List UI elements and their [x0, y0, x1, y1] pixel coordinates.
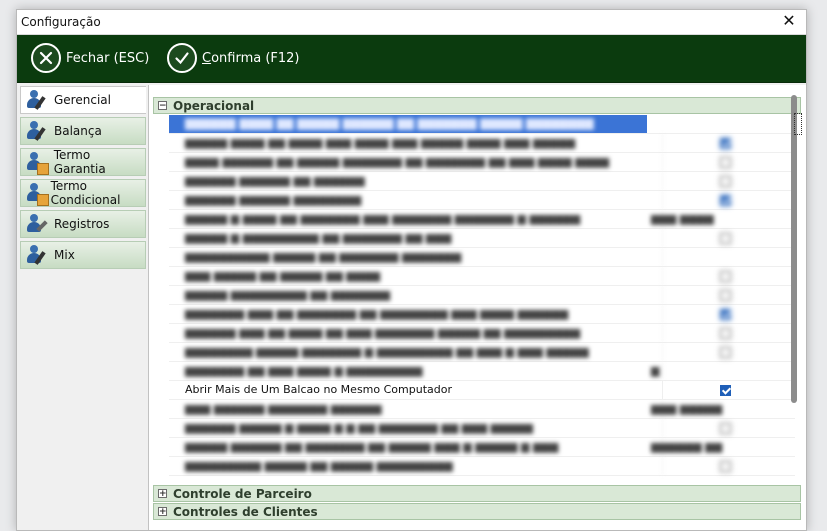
selection-outline	[794, 113, 802, 135]
sidebar: Gerencial Balança Termo Garantia Termo C…	[17, 85, 147, 530]
sidebar-item-label: Balança	[54, 124, 102, 138]
user-box-icon	[24, 181, 49, 206]
confirma-button[interactable]: Confirma (F12)	[167, 41, 300, 75]
window-title: Configuração	[21, 15, 101, 29]
sidebar-item-label: Mix	[54, 248, 75, 262]
group-label: Controles de Clientes	[173, 504, 318, 519]
sidebar-item-label: Termo Condicional	[50, 179, 121, 207]
table-row[interactable]: ▆▆▆▆▆▆ ▆▆▆▆▆▆ ▆▆▆▆▆▆▆▆	[169, 191, 795, 210]
table-row[interactable]: ▆▆▆▆▆▆ ▆▆▆▆▆ ▆ ▆▆▆▆ ▆ ▆ ▆▆ ▆▆▆▆▆▆▆ ▆▆ ▆▆…	[169, 419, 795, 438]
group-controles-de-clientes[interactable]: + Controles de Clientes	[153, 503, 801, 520]
user-box-icon	[24, 150, 49, 175]
sidebar-item-balanca[interactable]: Balança	[20, 117, 146, 145]
sidebar-item-label: Registros	[54, 217, 110, 231]
table-row[interactable]: ▆▆▆▆ ▆▆▆▆▆▆ ▆▆ ▆▆▆▆▆ ▆▆▆▆▆▆▆ ▆▆ ▆▆▆▆▆▆▆ …	[169, 153, 795, 172]
sidebar-item-gerencial[interactable]: Gerencial	[20, 86, 146, 114]
table-row[interactable]: ▆▆▆▆▆▆▆▆ ▆▆▆▆▆ ▆▆▆▆▆▆▆ ▆ ▆▆▆▆▆▆▆▆▆ ▆▆ ▆▆…	[169, 343, 795, 362]
sidebar-item-label: Gerencial	[54, 93, 111, 107]
row-checkbox[interactable]	[720, 385, 731, 396]
user-edit-icon	[24, 243, 48, 267]
sidebar-item-termo-condicional[interactable]: Termo Condicional	[20, 179, 146, 207]
toolbar: Fechar (ESC) Confirma (F12)	[17, 35, 806, 83]
expand-icon[interactable]: +	[158, 489, 167, 499]
operacional-rows: ▇▇▇▇▇▇ ▇▇▇▇ ▇▇ ▇▇▇▇▇ ▇▇▇▇▇▇ ▇▇ ▇▇▇▇▇▇▇ ▇…	[169, 115, 795, 483]
group-label: Controle de Parceiro	[173, 486, 312, 501]
table-row[interactable]: ▇▇▇▇▇▇ ▇▇▇▇ ▇▇ ▇▇▇▇▇ ▇▇▇▇▇▇ ▇▇ ▇▇▇▇▇▇▇ ▇…	[169, 115, 795, 134]
table-row[interactable]: ▆▆▆ ▆▆▆▆▆▆ ▆▆▆▆▆▆▆ ▆▆▆▆▆▆ ▆▆▆ ▆▆▆▆▆	[169, 400, 795, 419]
expand-icon[interactable]: +	[158, 507, 167, 517]
table-row[interactable]: ▆▆▆▆▆▆▆▆▆▆ ▆▆▆▆▆ ▆▆ ▆▆▆▆▆▆▆ ▆▆▆▆▆▆▆	[169, 248, 795, 267]
table-row[interactable]: ▆▆▆▆▆ ▆ ▆▆▆▆ ▆▆ ▆▆▆▆▆▆▆ ▆▆▆ ▆▆▆▆▆▆▆ ▆▆▆▆…	[169, 210, 795, 229]
check-circle-icon	[167, 43, 197, 73]
configuracao-window: Configuração ✕ Fechar (ESC) Confirma (F1…	[16, 9, 807, 531]
group-operacional[interactable]: − Operacional	[153, 97, 801, 114]
sidebar-item-mix[interactable]: Mix	[20, 241, 146, 269]
property-grid: − Operacional ▇▇▇▇▇▇ ▇▇▇▇ ▇▇ ▇▇▇▇▇ ▇▇▇▇▇…	[148, 85, 806, 530]
fechar-label: Fechar (ESC)	[66, 50, 150, 66]
table-row[interactable]: ▆▆▆▆▆ ▆▆▆▆▆▆▆▆▆ ▆▆ ▆▆▆▆▆▆▆	[169, 286, 795, 305]
vertical-scrollbar[interactable]	[791, 95, 797, 403]
table-row[interactable]: ▆▆▆ ▆▆▆▆▆ ▆▆ ▆▆▆▆▆ ▆▆ ▆▆▆▆	[169, 267, 795, 286]
table-row[interactable]: ▆▆▆▆▆ ▆▆▆▆▆▆ ▆▆ ▆▆▆▆▆▆▆ ▆▆ ▆▆▆▆▆ ▆▆▆ ▆ ▆…	[169, 438, 795, 457]
group-label: Operacional	[173, 98, 255, 113]
user-edit-icon	[24, 88, 48, 112]
table-row[interactable]: ▆▆▆▆▆ ▆▆▆▆ ▆▆ ▆▆▆▆ ▆▆▆ ▆▆▆▆ ▆▆▆ ▆▆▆▆▆ ▆▆…	[169, 134, 795, 153]
close-icon[interactable]: ✕	[780, 12, 798, 30]
x-circle-icon	[31, 43, 61, 73]
sidebar-item-registros[interactable]: Registros	[20, 210, 146, 238]
row-label: Abrir Mais de Um Balcao no Mesmo Computa…	[169, 381, 663, 399]
group-controle-de-parceiro[interactable]: + Controle de Parceiro	[153, 485, 801, 502]
table-row[interactable]: ▆▆▆▆▆▆ ▆▆▆ ▆▆ ▆▆▆▆ ▆▆ ▆▆▆ ▆▆▆▆▆▆▆ ▆▆▆▆▆ …	[169, 324, 795, 343]
title-bar: Configuração ✕	[17, 10, 806, 35]
fechar-button[interactable]: Fechar (ESC)	[31, 41, 149, 75]
sidebar-item-label: Termo Garantia	[53, 148, 106, 176]
table-row[interactable]: Abrir Mais de Um Balcao no Mesmo Computa…	[169, 381, 795, 400]
confirma-label: Confirma (F12)	[202, 50, 300, 66]
table-row[interactable]: ▆▆▆▆▆▆▆ ▆▆▆ ▆▆ ▆▆▆▆▆▆▆ ▆▆ ▆▆▆▆▆▆▆▆ ▆▆▆ ▆…	[169, 305, 795, 324]
user-edit-icon	[24, 119, 48, 143]
sidebar-item-termo-garantia[interactable]: Termo Garantia	[20, 148, 146, 176]
table-row[interactable]: ▆▆▆▆▆▆ ▆▆▆▆▆▆ ▆▆ ▆▆▆▆▆▆	[169, 172, 795, 191]
user-wrench-icon	[24, 212, 48, 236]
table-row[interactable]: ▆▆▆▆▆▆▆▆▆ ▆▆▆▆▆ ▆▆ ▆▆▆▆▆ ▆▆▆▆▆▆▆▆▆	[169, 457, 795, 476]
table-row[interactable]: ▆▆▆▆▆ ▆ ▆▆▆▆▆▆▆▆▆ ▆▆ ▆▆▆▆▆▆▆ ▆▆ ▆▆▆	[169, 229, 795, 248]
table-row[interactable]: ▆▆▆▆▆▆▆ ▆▆ ▆▆▆ ▆▆▆▆ ▆ ▆▆▆▆▆▆▆▆▆ ▆	[169, 362, 795, 381]
collapse-icon[interactable]: −	[158, 101, 167, 111]
